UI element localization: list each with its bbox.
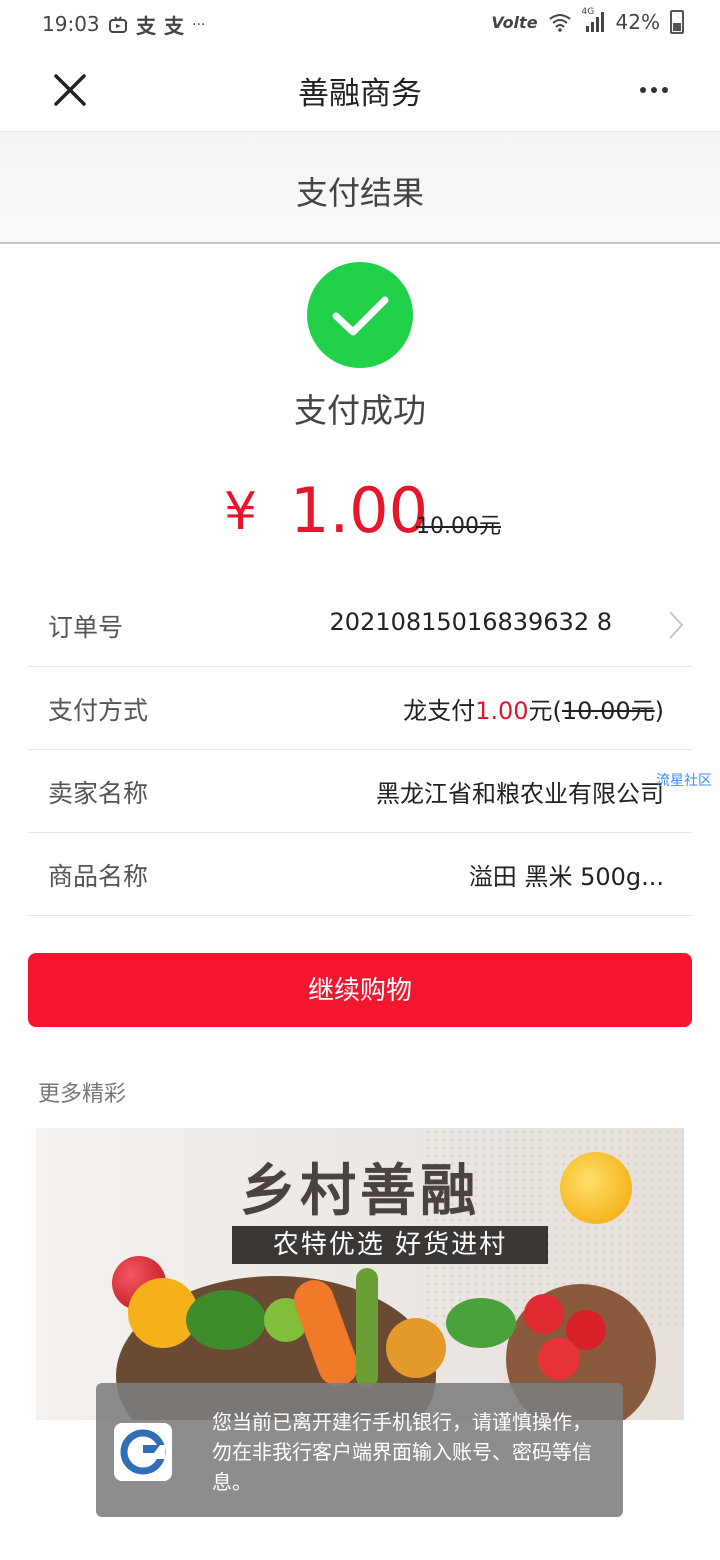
currency-symbol: ¥ [224, 482, 258, 542]
strawberry-image [524, 1294, 564, 1334]
order-number-row[interactable]: 订单号 20210815016839632 8 [28, 584, 692, 667]
more-notifications-indicator: ··· [192, 16, 206, 33]
security-toast: 您当前已离开建行手机银行，请谨慎操作，勿在非我行客户端界面输入账号、密码等信息。 [96, 1383, 623, 1517]
payment-method-amount: 1.00 [475, 697, 529, 725]
vegetable-image [186, 1290, 266, 1350]
order-number-value: 20210815016839632 8 [329, 608, 612, 636]
volte-indicator: Volte [491, 12, 538, 32]
payment-status-text: 支付成功 [294, 391, 426, 430]
chevron-right-icon [669, 611, 684, 639]
bilibili-icon [109, 15, 127, 33]
vegetable-image [446, 1298, 516, 1348]
status-time: 19:03 [42, 12, 100, 36]
status-right: Volte 4G 42% [491, 7, 684, 34]
payment-method-value: 龙支付1.00元(10.00元) [403, 691, 664, 726]
payment-method-name: 龙支付 [403, 697, 476, 725]
seller-row: 卖家名称 黑龙江省和粮农业有限公司 [28, 750, 692, 833]
wifi-icon [548, 14, 571, 32]
nav-bar: 善融商务 [0, 48, 720, 132]
alipay-icon: 支 [164, 14, 184, 38]
toast-message: 您当前已离开建行手机银行，请谨慎操作，勿在非我行客户端界面输入账号、密码等信息。 [212, 1410, 592, 1494]
page-header: 支付结果 [0, 132, 720, 244]
ccb-logo-icon [114, 1423, 172, 1481]
product-label: 商品名称 [48, 862, 149, 891]
status-bar: 19:03 支 支 ··· Volte 4G 42% [0, 0, 720, 48]
nav-title: 善融商务 [298, 76, 422, 112]
continue-shopping-button[interactable]: 继续购物 [28, 953, 692, 1027]
alipay-icon: 支 [136, 14, 156, 38]
banner-title: 乡村善融 [240, 1159, 480, 1224]
product-value: 溢田 黑米 500g... [468, 863, 664, 891]
payment-method-suffix: ) [654, 697, 664, 725]
order-number-label: 订单号 [48, 613, 124, 642]
more-section-title: 更多精彩 [38, 1082, 127, 1107]
signal-icon: 4G [582, 7, 606, 33]
more-menu-icon[interactable] [640, 78, 670, 102]
success-check-icon [307, 262, 413, 368]
status-app-icons: 支 支 ··· [108, 10, 205, 39]
promo-banner[interactable]: 乡村善融 农特优选 好货进村 [36, 1128, 684, 1420]
banner-subtitle: 农特优选 好货进村 [232, 1226, 548, 1264]
order-details: 订单号 20210815016839632 8 支付方式 龙支付1.00元(10… [28, 584, 692, 916]
page-title: 支付结果 [295, 174, 424, 212]
battery-icon [670, 10, 684, 34]
amount-row: ¥ 1.00 10.00元 [0, 474, 720, 554]
strawberry-image [538, 1338, 580, 1380]
seller-label: 卖家名称 [48, 779, 149, 808]
vegetable-image [356, 1268, 378, 1388]
product-row: 商品名称 溢田 黑米 500g... [28, 833, 692, 916]
original-amount: 10.00元 [416, 514, 501, 539]
payment-method-row: 支付方式 龙支付1.00元(10.00元) [28, 667, 692, 750]
seller-value: 黑龙江省和粮农业有限公司 [376, 780, 664, 808]
vegetable-image [386, 1318, 446, 1378]
payment-method-label: 支付方式 [48, 696, 149, 725]
paid-amount: 1.00 [290, 474, 429, 547]
payment-method-original: 10.00元 [561, 697, 655, 725]
payment-method-unit: 元( [528, 697, 562, 725]
watermark: 流星社区 [656, 773, 712, 789]
network-type: 4G [581, 7, 595, 17]
battery-percent: 42% [615, 10, 660, 34]
